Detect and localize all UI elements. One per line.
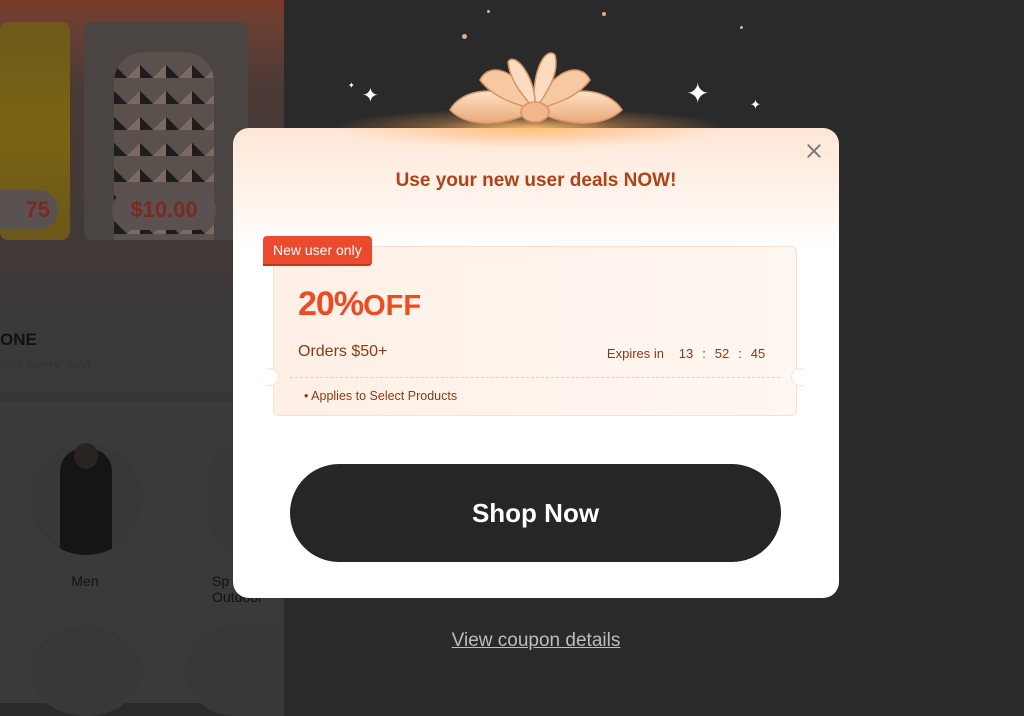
category-men[interactable]: Men bbox=[30, 443, 142, 589]
timer-separator: : bbox=[738, 346, 742, 361]
timer-hours: 13 bbox=[678, 346, 694, 361]
product-price: $10.00 bbox=[112, 190, 216, 230]
sparkle-dot bbox=[462, 34, 467, 39]
timer-separator: : bbox=[702, 346, 706, 361]
sparkle-icon: ✦ bbox=[686, 78, 710, 109]
product-price: 75 bbox=[0, 190, 58, 230]
coupon-notch bbox=[791, 368, 803, 386]
discount-suffix: OFF bbox=[363, 290, 422, 322]
sparkle-dot bbox=[740, 26, 743, 29]
category-label: Men bbox=[71, 573, 99, 589]
expiry-countdown: Expires in 13 : 52 : 45 bbox=[607, 346, 766, 361]
section-heading: ONE bbox=[0, 330, 37, 349]
discount-amount: 20%OFF bbox=[298, 285, 421, 324]
coupon-divider bbox=[290, 377, 780, 378]
timer-seconds: 45 bbox=[750, 346, 766, 361]
category-image bbox=[30, 443, 142, 555]
view-coupon-details-link[interactable]: View coupon details bbox=[0, 630, 1024, 652]
coupon-notch bbox=[267, 368, 279, 386]
min-order-text: Orders $50+ bbox=[298, 343, 388, 360]
close-icon[interactable] bbox=[803, 140, 825, 162]
gift-ribbon-icon bbox=[449, 52, 623, 124]
sparkle-icon: ✦ bbox=[750, 97, 761, 112]
figure-head bbox=[74, 443, 98, 469]
sparkle-dot bbox=[602, 12, 606, 16]
sparkle-icon: ✦ bbox=[362, 85, 379, 107]
applies-text: • Applies to Select Products bbox=[304, 389, 458, 403]
section-subtitle: ons every day! bbox=[0, 356, 92, 372]
sparkle-icon: ✦ bbox=[348, 81, 355, 90]
new-user-badge: New user only bbox=[263, 236, 372, 264]
shop-now-button[interactable]: Shop Now bbox=[290, 464, 781, 562]
timer-minutes: 52 bbox=[714, 346, 730, 361]
new-user-deal-modal: Use your new user deals NOW! 20%OFF Orde… bbox=[233, 128, 839, 598]
coupon-card[interactable]: 20%OFF Orders $50+ Expires in 13 : 52 : … bbox=[267, 246, 803, 416]
expires-label: Expires in bbox=[606, 346, 664, 361]
modal-title: Use your new user deals NOW! bbox=[395, 170, 677, 191]
sparkle-dot bbox=[487, 10, 490, 13]
discount-value: 20% bbox=[298, 285, 364, 323]
